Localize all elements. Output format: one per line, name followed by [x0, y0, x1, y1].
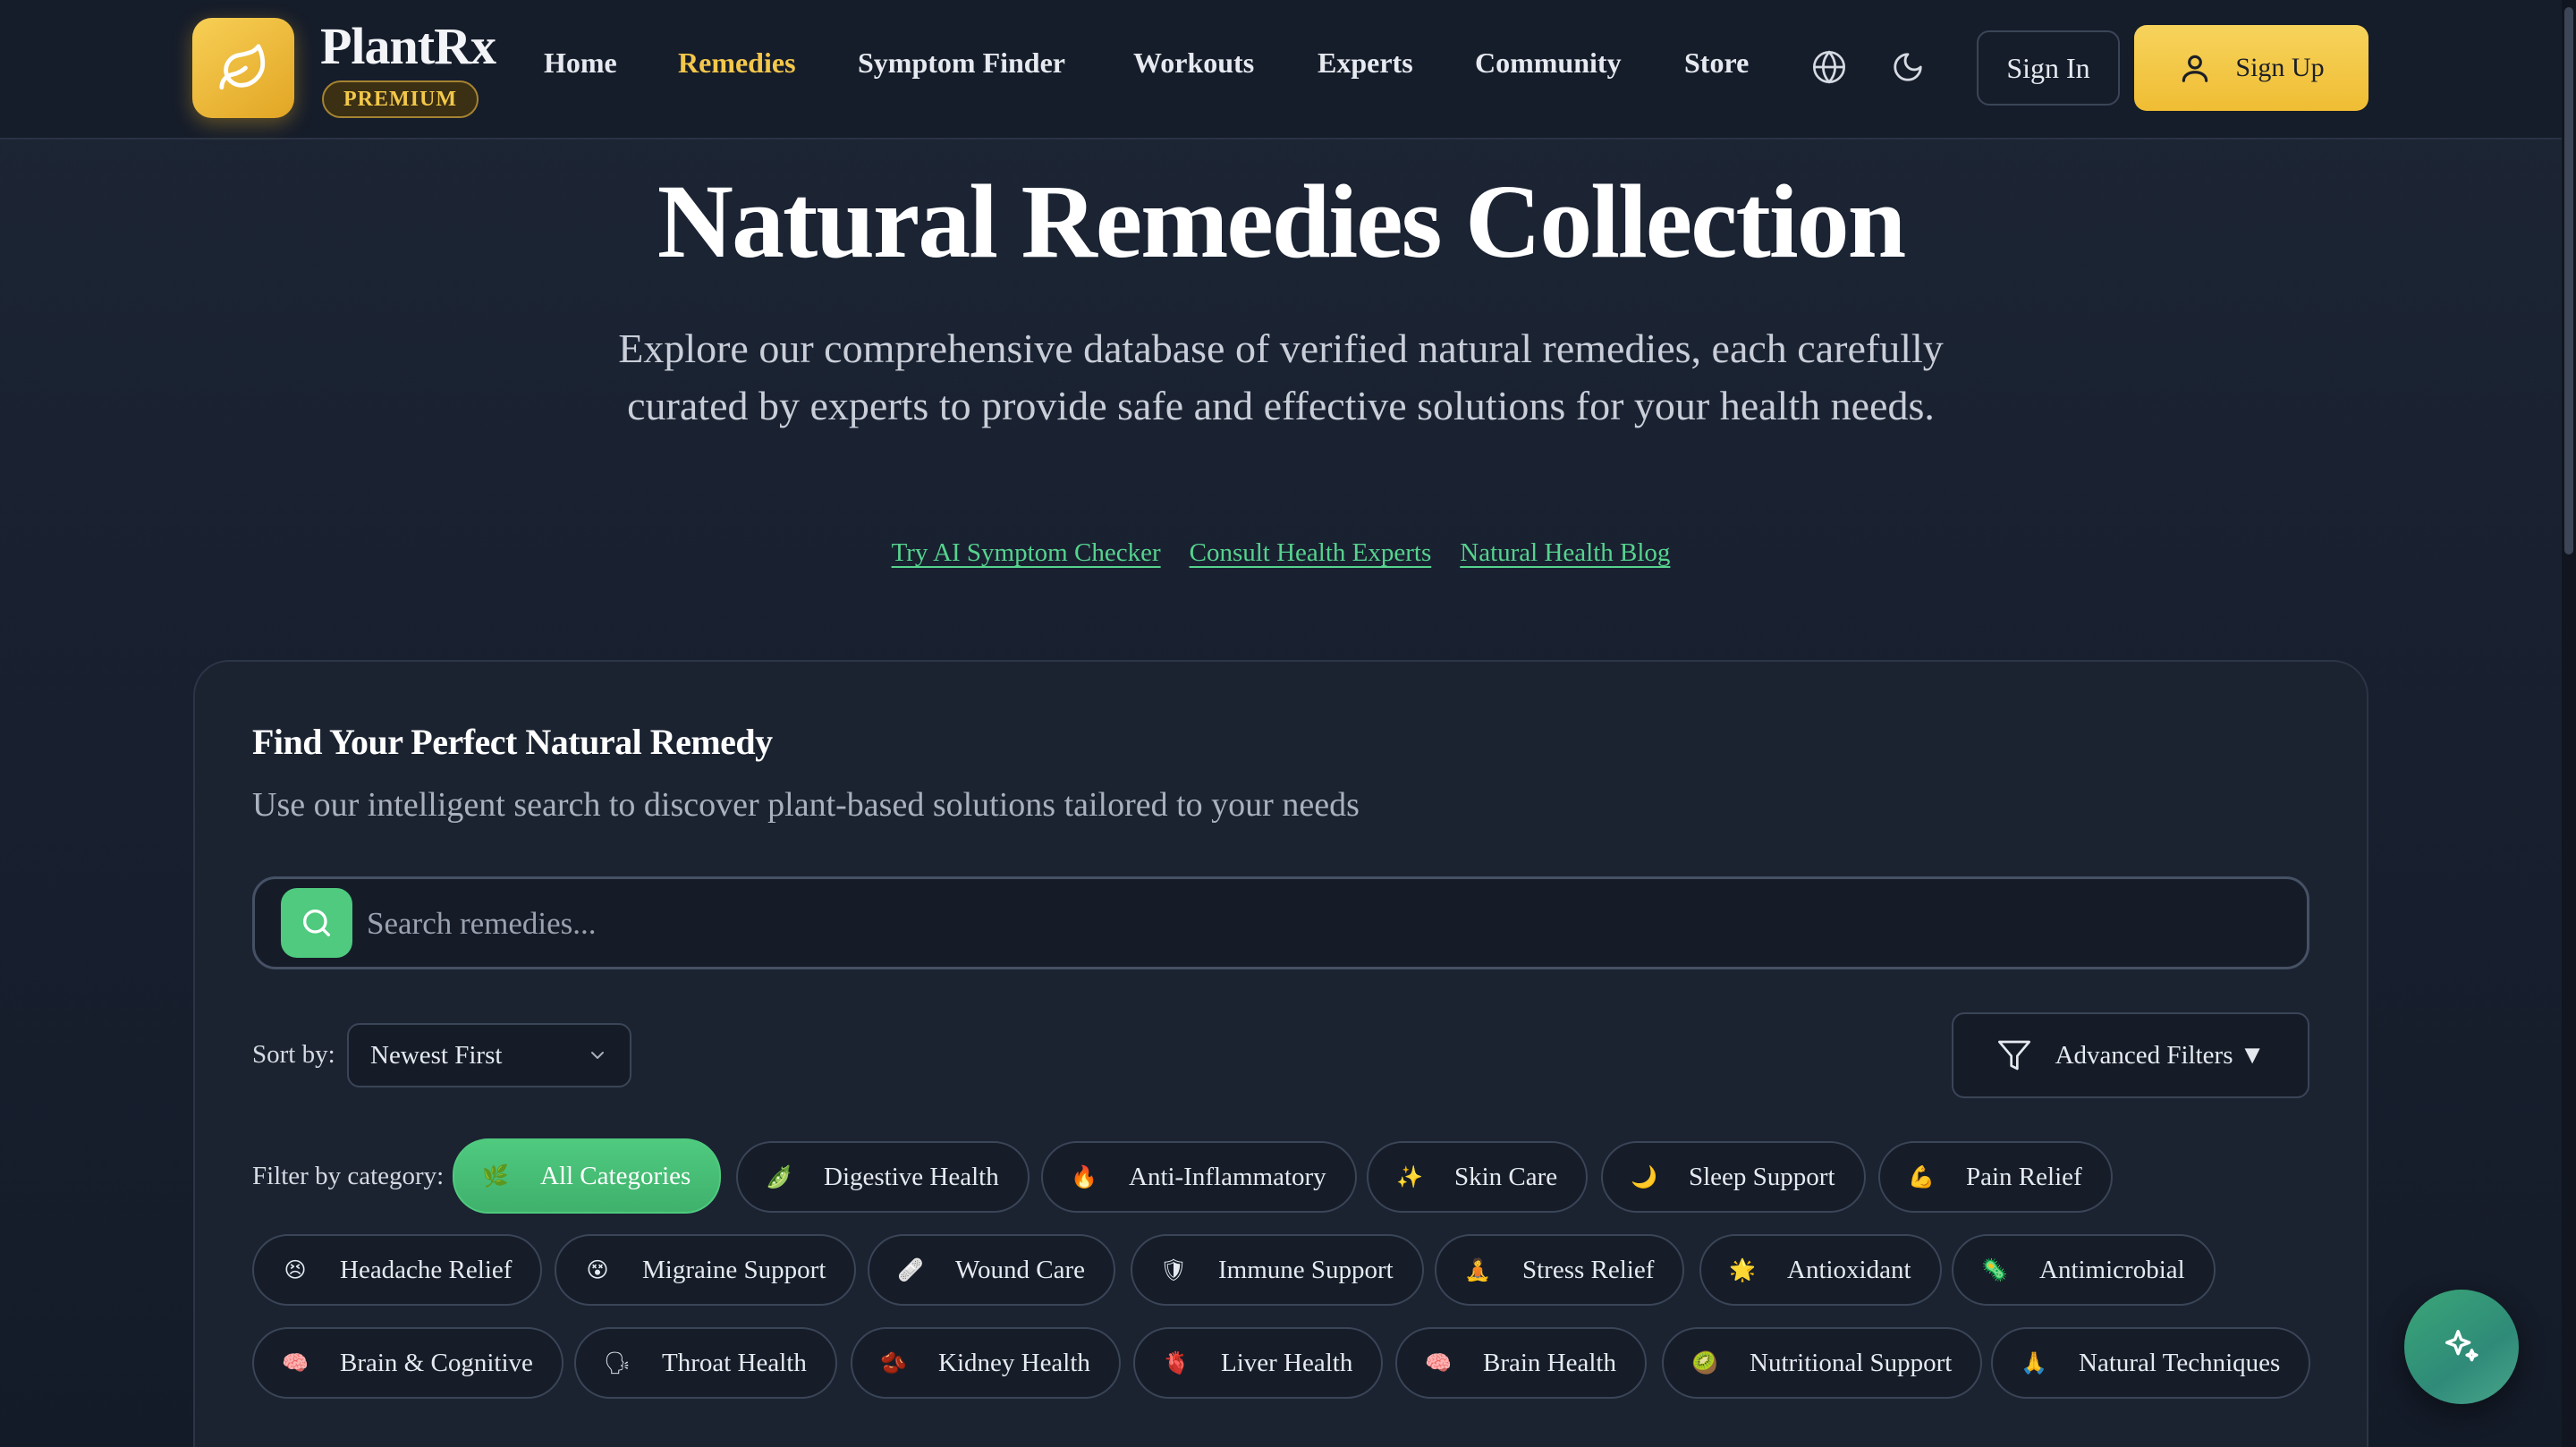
top-navbar: PlantRx PREMIUM Home Remedies Symptom Fi… — [0, 0, 2562, 140]
category-chip-antimicrobial[interactable]: 🦠 Antimicrobial — [1952, 1234, 2216, 1306]
star-icon: 🌟 — [1729, 1257, 1756, 1282]
category-chip-brain-health[interactable]: 🧠 Brain Health — [1395, 1327, 1647, 1399]
sort-select[interactable]: Newest First — [347, 1023, 631, 1087]
sign-in-button[interactable]: Sign In — [1977, 30, 2120, 106]
nav-symptom-finder[interactable]: Symptom Finder — [858, 47, 1065, 80]
sign-up-button[interactable]: Sign Up — [2134, 25, 2368, 111]
sparkles-icon: ✨ — [1396, 1164, 1423, 1189]
brand-name[interactable]: PlantRx — [320, 16, 496, 76]
category-chip-antioxidant[interactable]: 🌟 Antioxidant — [1699, 1234, 1942, 1306]
peapod-icon: 🫛 — [766, 1164, 792, 1189]
logo[interactable] — [192, 18, 294, 118]
category-chip-immune-support[interactable]: 🛡 Immune Support — [1131, 1234, 1424, 1306]
language-button[interactable] — [1809, 47, 1850, 88]
leaf-icon — [219, 44, 266, 90]
category-chip-sleep-support[interactable]: 🌙 Sleep Support — [1601, 1141, 1866, 1213]
category-chip-all[interactable]: 🌿 All Categories — [453, 1138, 722, 1214]
category-chip-brain-cognitive[interactable]: 🧠 Brain & Cognitive — [252, 1327, 564, 1399]
speaking-head-icon: 🗣 — [603, 1350, 631, 1375]
organ-icon: 🫀 — [1163, 1350, 1190, 1375]
page-title: Natural Remedies Collection — [657, 163, 1907, 280]
advanced-filters-label: Advanced Filters ▼ — [2055, 1040, 2266, 1070]
brain-icon: 🧠 — [1425, 1350, 1452, 1375]
category-chip-nutritional-support[interactable]: 🥝 Nutritional Support — [1662, 1327, 1983, 1399]
meditation-icon: 🧘 — [1464, 1257, 1491, 1282]
sort-value: Newest First — [370, 1040, 503, 1070]
category-chip-pain-relief[interactable]: 💪 Pain Relief — [1878, 1141, 2113, 1213]
globe-icon — [1813, 50, 1845, 84]
filter-icon — [1997, 1040, 2030, 1070]
nav-community[interactable]: Community — [1475, 47, 1622, 80]
finder-subtitle: Use our intelligent search to discover p… — [252, 786, 1360, 824]
ai-symptom-checker-link[interactable]: Try AI Symptom Checker — [892, 538, 1161, 568]
praying-hands-icon: 🙏 — [2021, 1350, 2047, 1375]
dizzy-face-icon: 😵 — [586, 1257, 609, 1282]
flexed-arm-icon: 💪 — [1908, 1164, 1935, 1189]
category-chip-kidney-health[interactable]: 🫘 Kidney Health — [851, 1327, 1121, 1399]
scrollbar-thumb[interactable] — [2564, 7, 2573, 554]
fire-icon: 🔥 — [1071, 1164, 1097, 1189]
hero-links: Try AI Symptom Checker Consult Health Ex… — [0, 538, 2562, 568]
sign-up-label: Sign Up — [2235, 53, 2325, 82]
category-chip-liver-health[interactable]: 🫀 Liver Health — [1133, 1327, 1384, 1399]
nav-store[interactable]: Store — [1684, 47, 1749, 80]
category-chip-natural-techniques[interactable]: 🙏 Natural Techniques — [1991, 1327, 2311, 1399]
health-blog-link[interactable]: Natural Health Blog — [1460, 538, 1670, 568]
category-chip-digestive-health[interactable]: 🫛 Digestive Health — [736, 1141, 1030, 1213]
moon-icon — [1894, 53, 1922, 81]
shield-icon: 🛡 — [1159, 1257, 1188, 1282]
search-icon — [303, 909, 330, 936]
search-input[interactable] — [367, 893, 2281, 955]
advanced-filters-button[interactable]: Advanced Filters ▼ — [1952, 1012, 2309, 1098]
category-chip-stress-relief[interactable]: 🧘 Stress Relief — [1435, 1234, 1685, 1306]
category-chip-skin-care[interactable]: ✨ Skin Care — [1367, 1141, 1589, 1213]
premium-badge: PREMIUM — [322, 80, 479, 118]
category-chip-migraine-support[interactable]: 😵 Migraine Support — [555, 1234, 857, 1306]
microbe-icon: 🦠 — [1981, 1257, 2008, 1282]
category-chip-throat-health[interactable]: 🗣 Throat Health — [574, 1327, 837, 1399]
filter-label: Filter by category: — [252, 1162, 445, 1190]
leaf-icon: 🌿 — [482, 1164, 509, 1189]
category-chip-headache-relief[interactable]: 😣 Headache Relief — [252, 1234, 543, 1306]
category-chip-anti-inflammatory[interactable]: 🔥 Anti-Inflammatory — [1041, 1141, 1357, 1213]
persevering-face-icon: 😣 — [284, 1257, 307, 1282]
ai-assistant-button[interactable] — [2404, 1290, 2519, 1404]
user-icon — [2182, 55, 2208, 82]
sparkles-icon — [2445, 1330, 2479, 1362]
page-subtitle: Explore our comprehensive database of ve… — [618, 326, 1944, 428]
crescent-moon-icon: 🌙 — [1631, 1164, 1657, 1189]
theme-toggle[interactable] — [1887, 47, 1928, 88]
nav-workouts[interactable]: Workouts — [1133, 47, 1254, 80]
chevron-down-icon — [591, 1052, 604, 1059]
brain-icon: 🧠 — [282, 1350, 309, 1375]
nav-remedies[interactable]: Remedies — [678, 47, 796, 80]
category-chip-wound-care[interactable]: 🩹 Wound Care — [868, 1234, 1116, 1306]
kiwi-icon: 🥝 — [1691, 1350, 1718, 1375]
finder-title: Find Your Perfect Natural Remedy — [252, 722, 773, 762]
kidney-bean-icon: 🫘 — [880, 1350, 907, 1375]
bandage-icon: 🩹 — [897, 1257, 924, 1282]
sort-label: Sort by: — [252, 1040, 335, 1069]
nav-home[interactable]: Home — [544, 47, 617, 80]
nav-experts[interactable]: Experts — [1318, 47, 1413, 80]
search-button[interactable] — [281, 888, 352, 958]
consult-experts-link[interactable]: Consult Health Experts — [1190, 538, 1432, 568]
